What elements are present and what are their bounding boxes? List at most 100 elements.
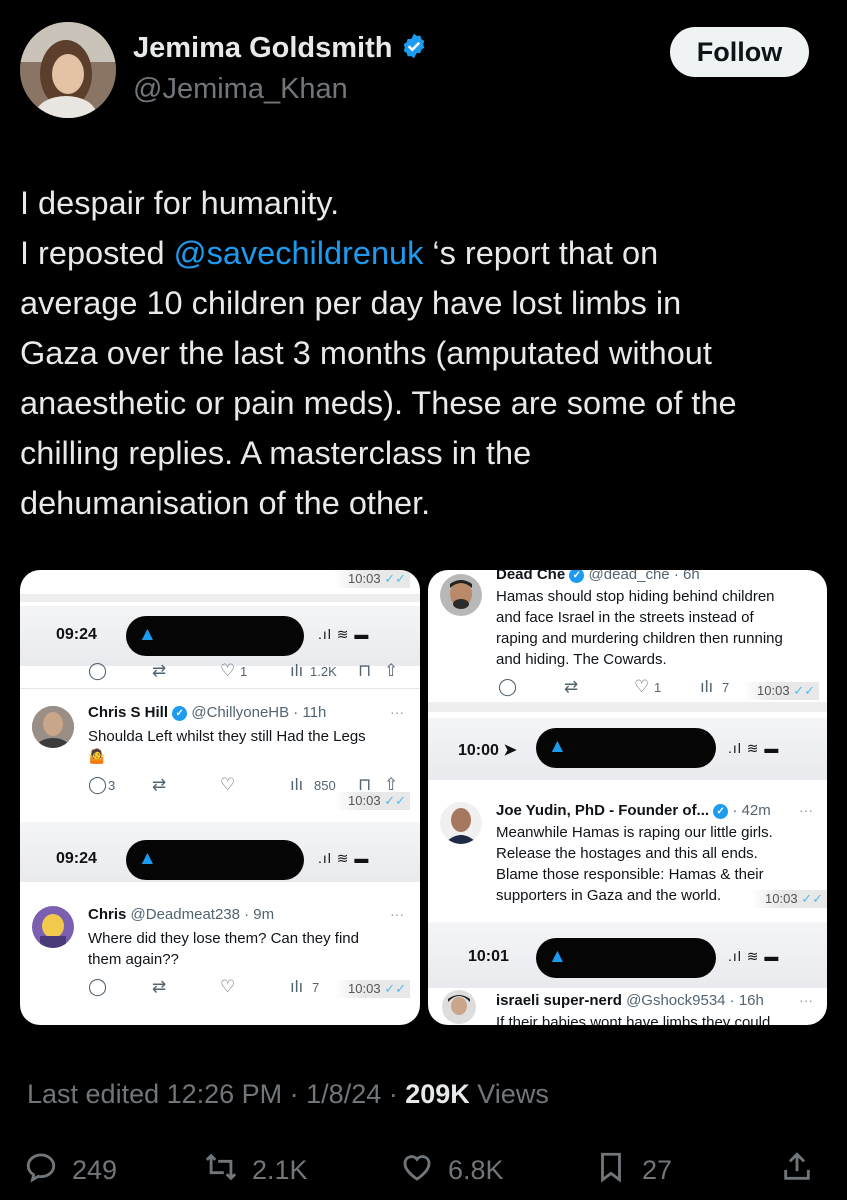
media-image-right[interactable]: Dead Che ✓ @dead_che · 6h Hamas should s… (428, 570, 827, 1025)
reply-avatar[interactable] (32, 706, 74, 748)
repost-count: 2.1K (252, 1155, 308, 1185)
verified-badge-icon: ✓ (569, 570, 585, 583)
reply-meta: · 42m (732, 802, 771, 819)
reply-author-name: Joe Yudin, PhD - Founder of... (496, 802, 710, 819)
more-icon[interactable]: ··· (390, 704, 404, 720)
more-icon[interactable]: ··· (390, 906, 404, 922)
repost-icon[interactable]: ⇄ (152, 776, 166, 793)
like-stat[interactable]: 6.8K (400, 1150, 504, 1191)
reply-avatar[interactable] (32, 906, 74, 948)
reply-author: Chris S Hill ✓ @ChillyoneHB · 11h (88, 704, 326, 721)
like-count: 1 (240, 664, 248, 679)
signal-wifi-battery-icon: .ıl ≋ ▬ (728, 948, 780, 964)
tweet-text-segment: ‘s report that on (423, 235, 659, 271)
reply-text-line: raping and murdering children then runni… (496, 630, 783, 647)
location-arrow-icon: ➤ (503, 742, 517, 759)
bookmark-icon[interactable]: ⊓ (358, 662, 371, 679)
reply-meta: @Deadmeat238 · 9m (130, 906, 275, 923)
share-icon[interactable]: ⇧ (384, 662, 398, 679)
divider (428, 702, 827, 712)
like-icon[interactable]: ♡ (634, 678, 649, 695)
reply-count: 3 (108, 778, 116, 793)
reply-text-line: them again?? (88, 951, 179, 968)
views-count: 7 (722, 680, 730, 695)
divider (20, 688, 420, 689)
app-arrow-icon: ▲ (548, 736, 567, 757)
repost-icon[interactable]: ⇄ (152, 978, 166, 995)
more-icon[interactable]: ··· (799, 802, 813, 818)
repost-stat[interactable]: 2.1K (204, 1150, 308, 1191)
tweet-text-segment: I reposted (20, 235, 174, 271)
like-icon[interactable]: ♡ (220, 978, 235, 995)
timestamp-text: 10:03 (348, 793, 381, 808)
double-check-icon: ✓✓ (793, 683, 815, 698)
tweet-line: Gaza over the last 3 months (amputated w… (20, 335, 712, 371)
timestamp-text: 10:03 (757, 683, 790, 698)
reply-text-line: and face Israel in the streets instead o… (496, 609, 754, 626)
double-check-icon: ✓✓ (801, 891, 823, 906)
share-icon (780, 1150, 814, 1191)
status-time: 10:00 ➤ (458, 740, 517, 760)
share-button[interactable] (780, 1150, 814, 1191)
reply-stat[interactable]: 249 (24, 1150, 117, 1191)
views-count: 850 (314, 778, 336, 793)
reply-icon[interactable]: ◯ (88, 776, 107, 793)
reply-avatar[interactable] (440, 574, 482, 616)
reply-author: Joe Yudin, PhD - Founder of... ✓ · 42m (496, 802, 771, 819)
status-time: 09:24 (56, 626, 97, 643)
tweet-line: I despair for humanity. (20, 185, 340, 221)
mention-link[interactable]: @savechildrenuk (174, 235, 424, 271)
author-handle[interactable]: @Jemima_Khan (133, 73, 348, 106)
tweet-line: anaesthetic or pain meds). These are som… (20, 385, 737, 421)
tweet-text: I despair for humanity. I reposted @save… (20, 178, 835, 528)
bookmark-count: 27 (642, 1155, 673, 1185)
reply-avatar[interactable] (440, 802, 482, 844)
heart-icon (400, 1150, 434, 1191)
signal-wifi-battery-icon: .ıl ≋ ▬ (318, 626, 370, 642)
views-icon: ılı (290, 775, 304, 794)
dynamic-island: ▲ (126, 616, 304, 656)
app-arrow-icon: ▲ (138, 624, 157, 645)
status-time-text: 10:00 (458, 742, 499, 759)
message-timestamp: 10:03 ✓✓ (751, 890, 827, 908)
double-check-icon: ✓✓ (384, 571, 406, 586)
timestamp-text: 10:03 (348, 981, 381, 996)
timestamp-text: 10:03 (348, 571, 381, 586)
author-avatar[interactable] (20, 22, 116, 118)
like-icon[interactable]: ♡ (220, 662, 235, 679)
views-icon: ılı (290, 977, 304, 996)
views-icon: ılı (290, 661, 304, 680)
bookmark-icon[interactable]: ⊓ (358, 776, 371, 793)
author-name-row: Jemima Goldsmith (133, 32, 428, 65)
last-edited-text[interactable]: Last edited 12:26 PM · 1/8/24 · (27, 1079, 405, 1109)
reply-icon[interactable]: ◯ (88, 662, 107, 679)
repost-icon[interactable]: ⇄ (152, 662, 166, 679)
more-icon[interactable]: ··· (799, 992, 813, 1008)
reply-text-line: and hiding. The Cowards. (496, 651, 667, 668)
reply-text: Shoulda Left whilst they still Had the L… (88, 728, 366, 745)
share-icon[interactable]: ⇧ (384, 776, 398, 793)
reply-text-line: Hamas should stop hiding behind children (496, 588, 775, 605)
repost-icon[interactable]: ⇄ (564, 678, 578, 695)
message-timestamp: 10:03 ✓✓ (334, 792, 410, 810)
author-name[interactable]: Jemima Goldsmith (133, 32, 392, 65)
reply-icon[interactable]: ◯ (88, 978, 107, 995)
views-count: 7 (312, 980, 320, 995)
bookmark-stat[interactable]: 27 (594, 1150, 672, 1191)
dynamic-island: ▲ (536, 728, 716, 768)
dynamic-island: ▲ (536, 938, 716, 978)
like-icon[interactable]: ♡ (220, 776, 235, 793)
verified-badge-icon: ✓ (713, 804, 729, 819)
reply-count: 249 (72, 1155, 118, 1185)
status-time: 10:01 (468, 948, 509, 965)
repost-icon (204, 1150, 238, 1191)
reply-author-name: Dead Che (496, 570, 566, 583)
follow-button[interactable]: Follow (670, 27, 809, 77)
reply-avatar[interactable] (442, 990, 476, 1024)
reply-icon[interactable]: ◯ (498, 678, 517, 695)
media-image-left[interactable]: 10:03 ✓✓ 09:24 ▲ .ıl ≋ ▬ ◯ ⇄ ♡ 1 ılı 1.2… (20, 570, 420, 1025)
reply-text: If their babies wont have limbs they cou… (496, 1014, 771, 1025)
edit-and-views-line: Last edited 12:26 PM · 1/8/24 · 209K Vie… (27, 1079, 549, 1110)
message-timestamp: 10:03 ✓✓ (743, 682, 819, 700)
views-count: 1.2K (310, 664, 337, 679)
